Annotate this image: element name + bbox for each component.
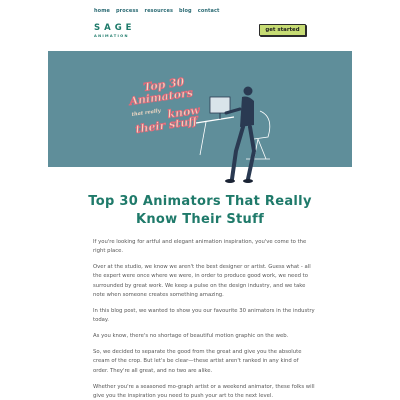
site-logo[interactable]: SAGE ANIMATION: [94, 23, 138, 39]
monitor-icon: [209, 96, 231, 119]
article-paragraph: So, we decided to separate the good from…: [93, 349, 302, 374]
nav-contact-link[interactable]: contact: [198, 8, 220, 14]
hero-illustration: Top 30 Animators that really know their …: [127, 75, 271, 183]
logo-subtitle: ANIMATION: [94, 34, 129, 38]
article-paragraph: Over at the studio, we know we aren't th…: [93, 264, 311, 299]
article-paragraph: If you're looking for artful and elegant…: [93, 239, 307, 255]
logo-wordmark: SAGE: [94, 23, 136, 33]
title-line-2: Know Their Stuff: [135, 212, 265, 227]
nav-home-link[interactable]: home: [94, 8, 110, 14]
neon-lettering: Top 30 Animators that really know their …: [127, 75, 201, 136]
article-body: If you're looking for artful and elegant…: [93, 238, 315, 400]
article-paragraph: In this blog post, we wanted to show you…: [93, 307, 315, 324]
desk-icon: [195, 116, 235, 156]
nav-process-link[interactable]: process: [116, 8, 139, 14]
nav-blog-link[interactable]: blog: [179, 8, 192, 14]
article-paragraph: As you know, there's no shortage of beau…: [93, 333, 289, 340]
nav-resources-link[interactable]: resources: [145, 8, 174, 14]
hero-banner: Top 30 Animators that really know their …: [48, 51, 352, 183]
art-line-3: that really: [131, 108, 162, 118]
top-nav: home process resources blog contact: [94, 8, 220, 14]
page-title: Top 30 Animators That Really Know Their …: [0, 193, 400, 229]
get-started-button[interactable]: get started: [259, 24, 306, 36]
article-paragraph: Whether you're a seasoned mo-graph artis…: [93, 383, 315, 399]
title-line-1: Top 30 Animators That Really: [88, 194, 312, 209]
